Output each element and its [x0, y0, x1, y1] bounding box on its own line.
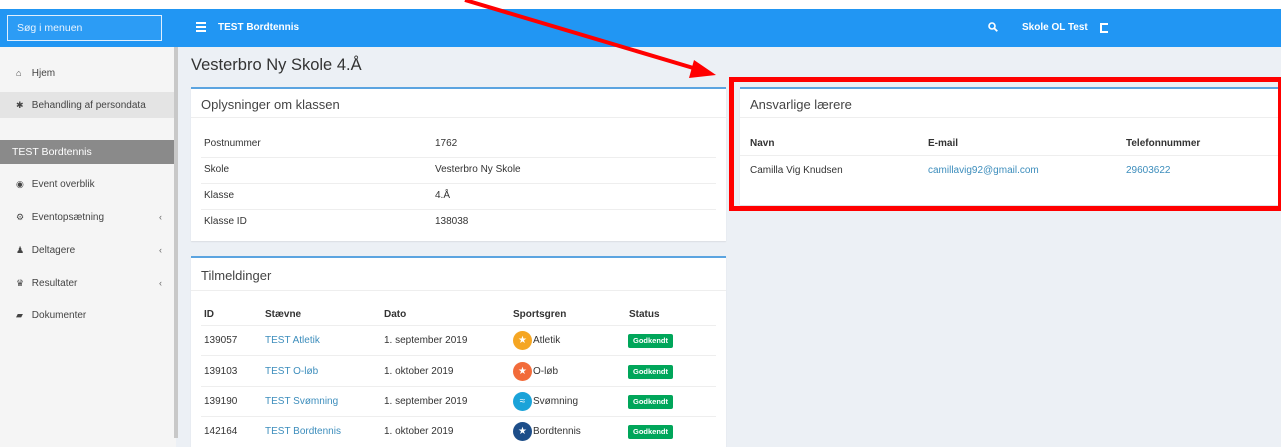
annotation-arrow — [464, 0, 716, 78]
